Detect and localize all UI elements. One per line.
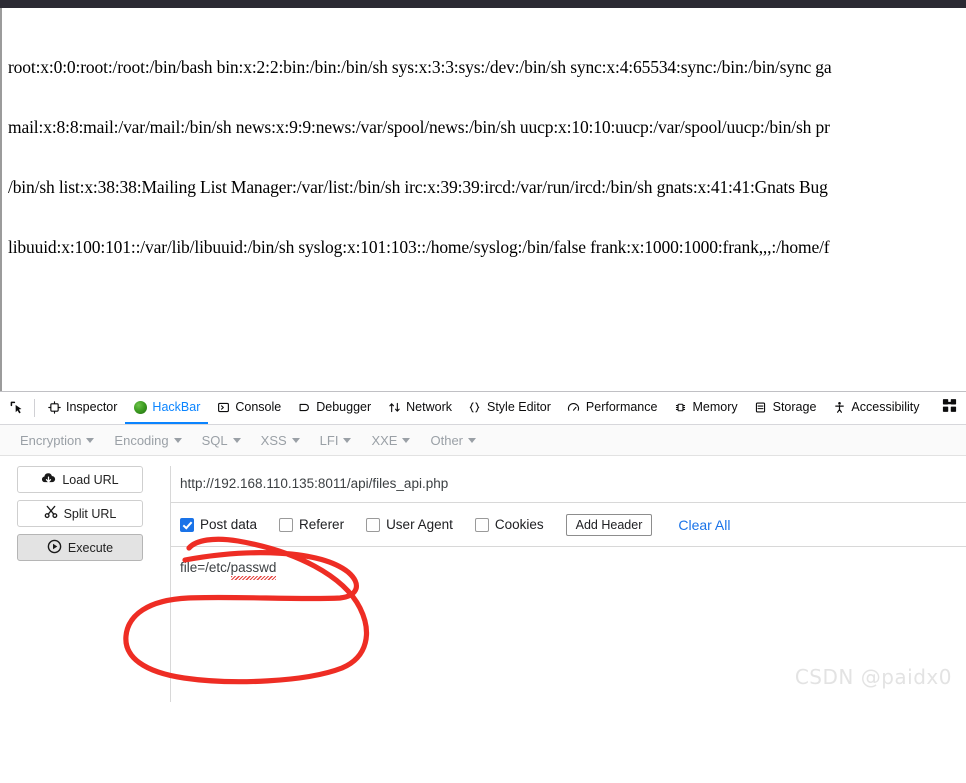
chevron-down-icon bbox=[86, 437, 95, 443]
storage-icon bbox=[754, 400, 768, 414]
chevron-down-icon bbox=[468, 437, 476, 443]
checkbox-referer[interactable] bbox=[279, 517, 294, 532]
post-data-text[interactable]: file=/etc/passwd bbox=[180, 559, 277, 580]
browser-chrome-strip bbox=[0, 0, 966, 8]
inspector-icon bbox=[47, 400, 61, 414]
tab-label: Accessibility bbox=[851, 400, 920, 414]
option-cookies[interactable]: Cookies bbox=[474, 517, 544, 532]
toolbar-end-group bbox=[941, 392, 966, 424]
tab-label: Inspector bbox=[66, 400, 118, 414]
option-label: User Agent bbox=[386, 517, 453, 532]
passwd-line: /bin/sh list:x:38:38:Mailing List Manage… bbox=[8, 177, 828, 197]
performance-icon bbox=[567, 400, 581, 414]
menu-xss[interactable]: XSS bbox=[261, 433, 300, 448]
hackbar-menubar: Encryption Encoding SQL XSS LFI XXE Othe… bbox=[0, 425, 966, 456]
menu-label: SQL bbox=[201, 432, 228, 448]
tab-memory[interactable]: Memory bbox=[665, 392, 745, 424]
menu-label: XSS bbox=[260, 432, 287, 448]
menu-encoding[interactable]: Encoding bbox=[114, 432, 182, 448]
menu-label: XXE bbox=[371, 432, 398, 448]
button-label: Execute bbox=[67, 540, 114, 555]
tab-label: HackBar bbox=[152, 400, 201, 414]
menu-label: Other bbox=[430, 432, 463, 448]
checkbox-cookies[interactable] bbox=[474, 517, 489, 532]
menu-encryption[interactable]: Encryption bbox=[20, 432, 95, 448]
tab-label: Debugger bbox=[316, 400, 372, 414]
clear-all-link[interactable]: Clear All bbox=[678, 517, 730, 533]
tab-label: Console bbox=[235, 400, 282, 414]
tab-network[interactable]: Network bbox=[379, 392, 460, 424]
menu-xxe[interactable]: XXE bbox=[371, 432, 411, 448]
watermark: CSDN @paidx0 bbox=[794, 665, 952, 689]
chevron-down-icon bbox=[402, 437, 411, 443]
menu-other[interactable]: Other bbox=[430, 433, 476, 448]
network-icon bbox=[387, 400, 401, 414]
scissors-icon bbox=[44, 505, 58, 522]
chevron-down-icon bbox=[343, 437, 352, 443]
option-user-agent[interactable]: User Agent bbox=[366, 517, 453, 532]
passwd-line: root:x:0:0:root:/root:/bin/bash bin:x:2:… bbox=[8, 57, 832, 77]
load-url-button[interactable]: Load URL bbox=[17, 466, 143, 493]
tab-label: Performance bbox=[585, 400, 658, 414]
hackbar-icon bbox=[133, 400, 147, 414]
tab-label: Memory bbox=[692, 400, 738, 414]
tab-console[interactable]: Console bbox=[208, 392, 289, 424]
checkbox-user-agent[interactable] bbox=[366, 517, 381, 532]
tab-debugger[interactable]: Debugger bbox=[289, 392, 379, 424]
devtools-toolbar: Inspector HackBar Console Debugger Netwo… bbox=[0, 392, 966, 425]
url-input[interactable] bbox=[180, 476, 958, 491]
menu-sql[interactable]: SQL bbox=[202, 433, 241, 448]
checkbox-post-data[interactable] bbox=[180, 517, 194, 532]
passwd-output: root:x:0:0:root:/root:/bin/bash bin:x:2:… bbox=[2, 8, 966, 297]
memory-icon bbox=[673, 400, 687, 414]
passwd-line: mail:x:8:8:mail:/var/mail:/bin/sh news:x… bbox=[8, 117, 830, 137]
tab-storage[interactable]: Storage bbox=[746, 392, 825, 424]
menu-lfi[interactable]: LFI bbox=[320, 433, 352, 448]
option-referer[interactable]: Referer bbox=[279, 517, 344, 532]
post-data-prefix: file=/etc/ bbox=[180, 560, 231, 575]
chevron-down-icon bbox=[173, 437, 182, 443]
console-icon bbox=[216, 400, 230, 414]
option-label: Post data bbox=[200, 517, 258, 532]
tab-hackbar[interactable]: HackBar bbox=[125, 392, 209, 424]
menu-label: Encoding bbox=[114, 432, 169, 448]
accessibility-icon bbox=[832, 400, 846, 414]
chevron-down-icon bbox=[291, 437, 300, 443]
menu-label: LFI bbox=[319, 432, 339, 448]
page-viewport: root:x:0:0:root:/root:/bin/bash bin:x:2:… bbox=[0, 8, 966, 391]
tab-style-editor[interactable]: Style Editor bbox=[460, 392, 559, 424]
cloud-download-icon bbox=[41, 472, 56, 488]
split-url-button[interactable]: Split URL bbox=[17, 500, 143, 527]
toolbar-divider bbox=[34, 399, 35, 417]
hackbar-actions: Load URL Split URL Execute bbox=[0, 466, 170, 702]
button-label: Load URL bbox=[62, 472, 119, 487]
tab-accessibility[interactable]: Accessibility bbox=[824, 392, 927, 424]
element-picker-icon[interactable] bbox=[2, 392, 32, 424]
url-field-row bbox=[171, 466, 966, 503]
play-circle-icon bbox=[47, 539, 62, 557]
option-label: Referer bbox=[299, 517, 345, 532]
request-options-row: Post data Referer User Agent Cookies Add… bbox=[171, 503, 966, 547]
post-data-misspelled: passwd bbox=[230, 560, 277, 580]
tab-label: Style Editor bbox=[486, 400, 551, 414]
execute-button[interactable]: Execute bbox=[17, 534, 143, 561]
button-label: Split URL bbox=[63, 506, 117, 521]
menu-label: Encryption bbox=[20, 432, 82, 448]
tab-performance[interactable]: Performance bbox=[559, 392, 666, 424]
add-header-button[interactable]: Add Header bbox=[565, 513, 653, 536]
option-label: Cookies bbox=[494, 517, 544, 532]
passwd-line: libuuid:x:100:101::/var/lib/libuuid:/bin… bbox=[8, 237, 830, 257]
option-post-data[interactable]: Post data bbox=[180, 517, 257, 532]
tab-label: Network bbox=[406, 400, 452, 414]
debugger-icon bbox=[297, 400, 311, 414]
devtools-panel: Inspector HackBar Console Debugger Netwo… bbox=[0, 391, 966, 703]
chevron-down-icon bbox=[232, 437, 241, 443]
extensions-icon[interactable] bbox=[941, 397, 958, 419]
tab-inspector[interactable]: Inspector bbox=[39, 392, 125, 424]
style-editor-icon bbox=[468, 400, 482, 414]
tab-label: Storage bbox=[772, 400, 817, 414]
